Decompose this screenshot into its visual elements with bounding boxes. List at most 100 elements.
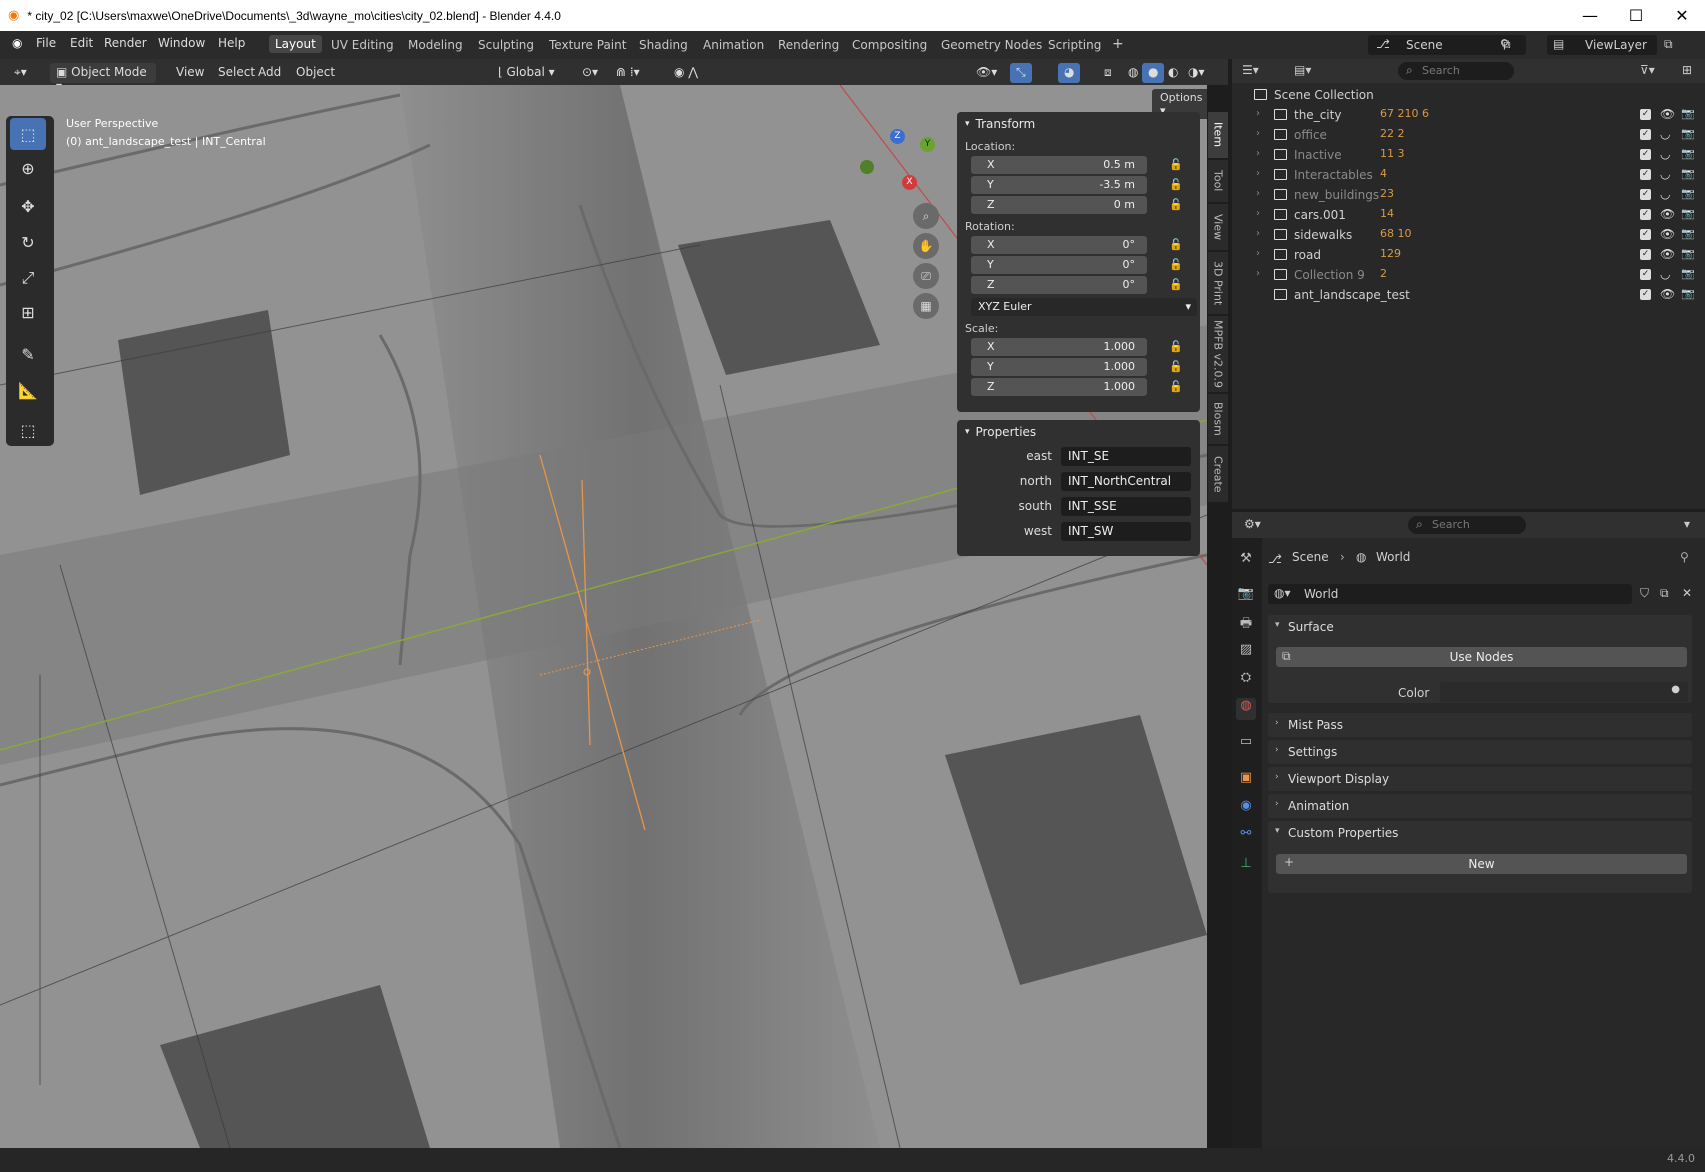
scale-x-field[interactable]: X 1.000 [971, 338, 1147, 356]
maximize-button[interactable]: ☐ [1613, 0, 1659, 31]
menu-window[interactable]: Window [158, 36, 205, 50]
tab-layout[interactable]: Layout [269, 35, 322, 53]
eye-icon[interactable]: 👁 [1660, 107, 1675, 121]
tab-compositing[interactable]: Compositing [852, 38, 927, 52]
outliner-row[interactable]: › cars.001 14 ✓ 👁 📷 [1232, 205, 1705, 225]
mist-pass-section[interactable]: › Mist Pass [1268, 713, 1692, 737]
outliner-row[interactable]: › new_buildings 23 ✓ ◡ 📷 [1232, 185, 1705, 205]
rotation-y-field[interactable]: Y 0° [971, 256, 1147, 274]
location-x-field[interactable]: X 0.5 m [971, 156, 1147, 174]
tab-geometry-nodes[interactable]: Geometry Nodes [941, 38, 1042, 52]
settings-section[interactable]: › Settings [1268, 740, 1692, 764]
filter-icon[interactable]: ⊽▾ [1640, 63, 1655, 77]
exclude-checkbox[interactable]: ✓ [1640, 209, 1651, 220]
add-workspace-icon[interactable]: + [1112, 36, 1124, 52]
display-mode-icon[interactable]: ☰▾ [1242, 63, 1259, 77]
camera-icon[interactable]: 📷 [1681, 267, 1695, 280]
gizmo-y-axis[interactable]: Y [920, 137, 935, 152]
scene-collection-row[interactable]: Scene Collection [1232, 85, 1705, 105]
outliner-row[interactable]: › Interactables 4 ✓ ◡ 📷 [1232, 165, 1705, 185]
visibility-icon[interactable]: 👁▾ [970, 63, 1003, 83]
lock-icon[interactable]: 🔓 [1169, 360, 1183, 373]
camera-icon[interactable]: 📷 [1681, 207, 1695, 220]
eye-icon[interactable]: 👁 [1660, 247, 1675, 261]
exclude-checkbox[interactable]: ✓ [1640, 129, 1651, 140]
camera-icon[interactable]: 📷 [1681, 227, 1695, 240]
menu-file[interactable]: File [36, 36, 56, 50]
gizmo-x-axis[interactable]: X [902, 175, 917, 190]
duplicate-icon[interactable]: ⧉ [1660, 586, 1669, 601]
view-layer-selector[interactable]: ▤ ViewLayer [1547, 35, 1657, 55]
filter-view-icon[interactable]: ▤▾ [1294, 63, 1311, 77]
sidetab-tool[interactable]: Tool [1208, 160, 1228, 202]
render-tab-icon[interactable]: 📷 [1236, 586, 1256, 608]
eye-icon[interactable]: ◡ [1660, 267, 1670, 281]
scale-tool-icon[interactable]: ⤢ [10, 262, 46, 294]
zoom-icon[interactable]: ⌕ [913, 203, 939, 229]
camera-icon[interactable]: 📷 [1681, 127, 1695, 140]
world-tab-icon[interactable]: ◍ [1236, 698, 1256, 720]
pin-icon[interactable]: ⚲ [1680, 550, 1689, 564]
properties-search-input[interactable]: ⌕ Search [1408, 516, 1526, 534]
cursor-tool-icon[interactable]: ⊕ [10, 152, 46, 184]
rotate-tool-icon[interactable]: ↻ [10, 226, 46, 258]
pan-hand-icon[interactable]: ✋ [913, 233, 939, 259]
menu-render[interactable]: Render [104, 36, 147, 50]
view-layer-tab-icon[interactable]: ▨ [1236, 642, 1256, 664]
camera-icon[interactable]: 📷 [1681, 187, 1695, 200]
rotation-x-field[interactable]: X 0° [971, 236, 1147, 254]
tab-modeling[interactable]: Modeling [408, 38, 463, 52]
animation-section[interactable]: › Animation [1268, 794, 1692, 818]
fake-user-icon[interactable]: ⛉ [1640, 586, 1649, 601]
snap-icon[interactable]: ⋒ ⁞▾ [610, 63, 646, 83]
exclude-checkbox[interactable]: ✓ [1640, 229, 1651, 240]
tab-uv-editing[interactable]: UV Editing [331, 38, 394, 52]
camera-view-icon[interactable]: ⎚ [913, 263, 939, 289]
rendered-shading-icon[interactable]: ◑▾ [1182, 63, 1211, 83]
constraints-tab-icon[interactable]: ⚯ [1236, 826, 1256, 848]
eye-icon[interactable]: ◡ [1660, 127, 1670, 141]
eye-icon[interactable]: 👁 [1660, 207, 1675, 221]
proportional-edit-icon[interactable]: ◉ ⋀ [668, 63, 704, 83]
object-tab-icon[interactable]: ▣ [1236, 770, 1256, 792]
gizmo-icon[interactable]: ⤡ [1010, 63, 1032, 83]
camera-icon[interactable]: 📷 [1681, 287, 1695, 300]
scale-z-field[interactable]: Z 1.000 [971, 378, 1147, 396]
transform-tool-icon[interactable]: ⊞ [10, 296, 46, 328]
lock-icon[interactable]: 🔓 [1169, 278, 1183, 291]
tab-scripting[interactable]: Scripting [1048, 38, 1101, 52]
menu-add[interactable]: Add [252, 63, 287, 83]
location-y-field[interactable]: Y -3.5 m [971, 176, 1147, 194]
editor-type-icon[interactable]: ⌖▾ [8, 63, 33, 83]
sidetab-item[interactable]: Item [1208, 112, 1228, 158]
menu-view[interactable]: View [170, 63, 210, 83]
exclude-checkbox[interactable]: ✓ [1640, 149, 1651, 160]
lock-icon[interactable]: 🔓 [1169, 340, 1183, 353]
exclude-checkbox[interactable]: ✓ [1640, 269, 1651, 280]
rotation-z-field[interactable]: Z 0° [971, 276, 1147, 294]
exclude-checkbox[interactable]: ✓ [1640, 189, 1651, 200]
use-nodes-button[interactable]: ⧉ Use Nodes [1276, 647, 1687, 667]
rotation-mode-dropdown[interactable]: XYZ Euler ▾ [971, 298, 1197, 316]
property-value-field[interactable]: INT_SSE [1061, 497, 1191, 516]
expand-arrow-icon[interactable]: › [1256, 148, 1260, 159]
camera-icon[interactable]: 📷 [1681, 107, 1695, 120]
property-value-field[interactable]: INT_SW [1061, 522, 1191, 541]
camera-icon[interactable]: 📷 [1681, 147, 1695, 160]
move-tool-icon[interactable]: ✥ [10, 190, 46, 222]
expand-arrow-icon[interactable]: › [1256, 128, 1260, 139]
tab-rendering[interactable]: Rendering [778, 38, 839, 52]
overlays-icon[interactable]: ◕ [1058, 63, 1081, 83]
lock-icon[interactable]: 🔓 [1169, 178, 1183, 191]
add-cube-tool-icon[interactable]: ⬚ [10, 414, 46, 446]
tab-shading[interactable]: Shading [639, 38, 688, 52]
lock-icon[interactable]: 🔓 [1169, 238, 1183, 251]
color-swatch[interactable]: ● [1440, 682, 1688, 702]
collection-tab-icon[interactable]: ▭ [1236, 734, 1256, 756]
expand-arrow-icon[interactable]: › [1256, 268, 1260, 279]
output-tab-icon[interactable]: 🖶 [1236, 614, 1256, 636]
expand-arrow-icon[interactable]: › [1256, 168, 1260, 179]
outliner-row[interactable]: › office 22 2 ✓ ◡ 📷 [1232, 125, 1705, 145]
sidetab-mpfb[interactable]: MPFB v2.0.9 [1208, 316, 1228, 392]
transform-header[interactable]: ▾ Transform [957, 112, 1200, 136]
